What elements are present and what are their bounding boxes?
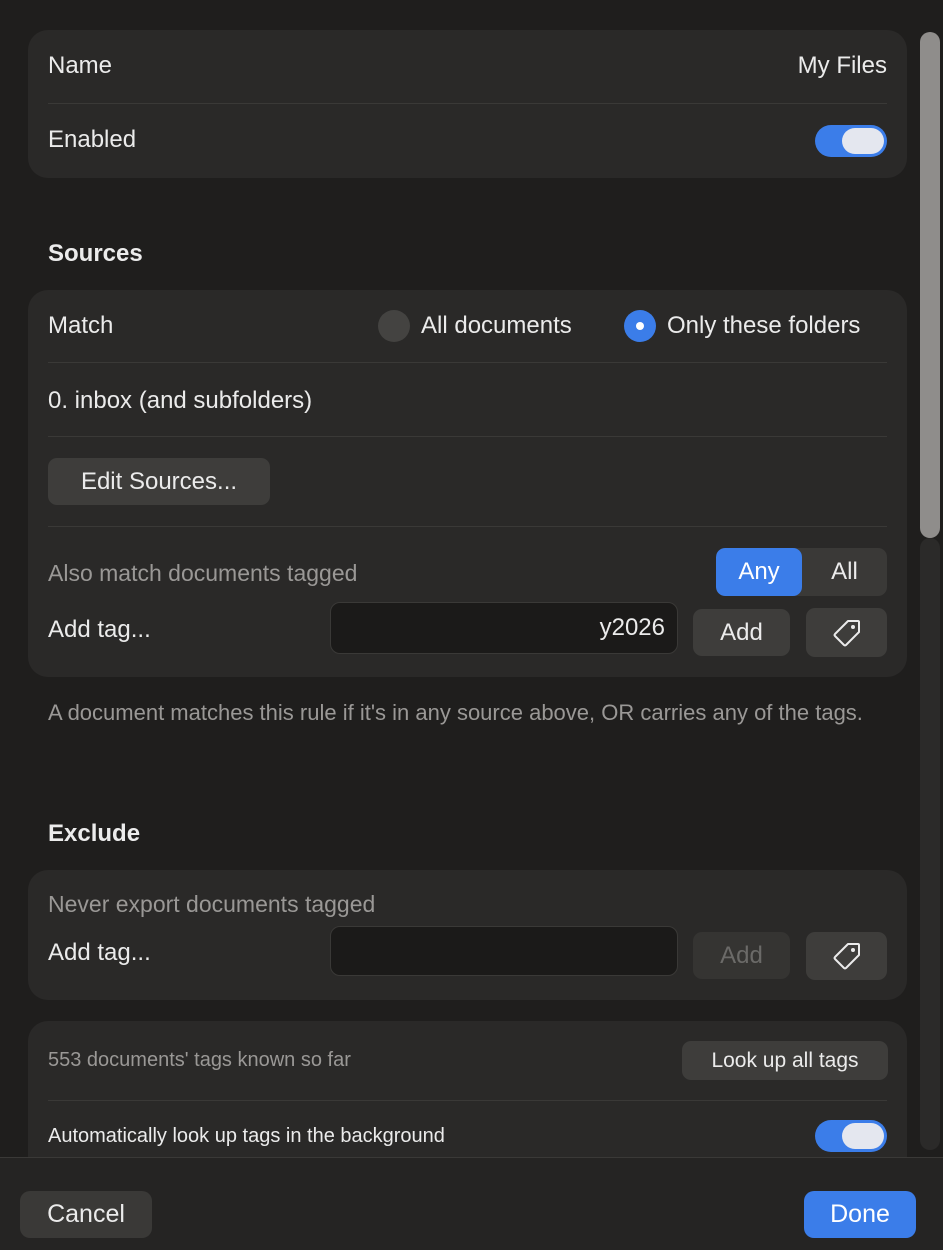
radio-only-these-folders[interactable] <box>624 310 656 342</box>
tag-input[interactable]: y2026 <box>330 602 678 654</box>
name-value[interactable]: My Files <box>798 52 887 80</box>
enabled-toggle[interactable] <box>815 125 887 157</box>
cancel-button[interactable]: Cancel <box>20 1191 152 1238</box>
add-tag-label: Add tag... <box>48 616 151 643</box>
match-label: Match <box>48 312 114 339</box>
segment-all[interactable]: All <box>802 548 887 596</box>
exclude-add-tag-label: Add tag... <box>48 939 151 966</box>
toggle-knob <box>842 128 884 154</box>
enabled-label: Enabled <box>48 126 137 153</box>
radio-all-documents-label[interactable]: All documents <box>421 312 572 340</box>
general-card: Name My Files Enabled <box>28 30 907 178</box>
done-button[interactable]: Done <box>804 1191 916 1238</box>
any-all-segmented-control[interactable]: Any All <box>716 548 887 596</box>
divider <box>48 526 887 527</box>
divider <box>48 362 887 363</box>
tag-icon <box>832 618 862 648</box>
name-label: Name <box>48 52 113 79</box>
exclude-tag-input[interactable] <box>330 926 678 976</box>
tag-icon <box>832 941 862 971</box>
match-explanation: A document matches this rule if it's in … <box>48 700 863 725</box>
also-match-label: Also match documents tagged <box>48 560 358 586</box>
auto-lookup-toggle[interactable] <box>815 1120 887 1152</box>
exclude-title: Exclude <box>48 820 141 847</box>
scrollbar-thumb[interactable] <box>920 32 940 538</box>
never-export-label: Never export documents tagged <box>48 891 376 917</box>
exclude-card: Never export documents tagged Add tag...… <box>28 870 907 1000</box>
exclude-add-button[interactable]: Add <box>693 932 790 979</box>
toggle-knob <box>842 1123 884 1149</box>
exclude-tag-picker-button[interactable] <box>806 932 887 980</box>
tag-picker-button[interactable] <box>806 608 887 657</box>
radio-only-these-folders-label[interactable]: Only these folders <box>667 312 860 340</box>
known-tags-count: 553 documents' tags known so far <box>48 1049 351 1071</box>
dialog-footer: Cancel Done <box>0 1157 943 1250</box>
sources-title: Sources <box>48 240 143 267</box>
divider <box>48 1100 887 1101</box>
folder-list-item: 0. inbox (and subfolders) <box>48 387 313 414</box>
auto-lookup-label: Automatically look up tags in the backgr… <box>48 1125 445 1147</box>
add-tag-button[interactable]: Add <box>693 609 790 656</box>
segment-any[interactable]: Any <box>716 548 802 596</box>
tags-info-card: 553 documents' tags known so far Look up… <box>28 1021 907 1157</box>
radio-all-documents[interactable] <box>378 310 410 342</box>
look-up-all-tags-button[interactable]: Look up all tags <box>682 1041 888 1080</box>
settings-scroll-area[interactable]: Name My Files Enabled Sources Match All … <box>0 0 943 1157</box>
sources-card: Match All documents Only these folders 0… <box>28 290 907 677</box>
divider <box>48 436 887 437</box>
divider <box>48 103 887 104</box>
scrollbar-track[interactable] <box>920 538 940 1150</box>
edit-sources-button[interactable]: Edit Sources... <box>48 458 270 505</box>
